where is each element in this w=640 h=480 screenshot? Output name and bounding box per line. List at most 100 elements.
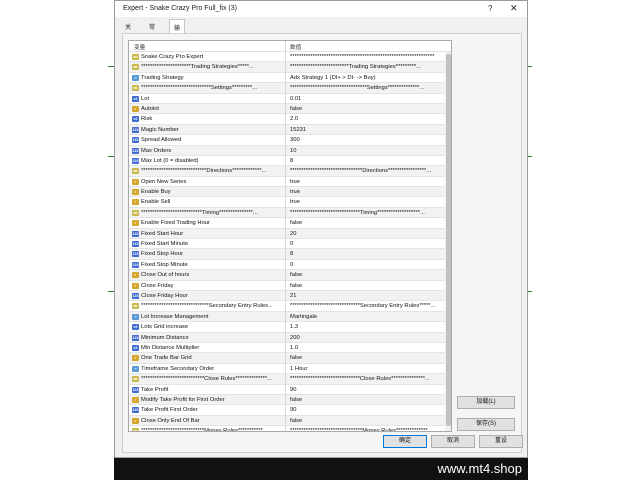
help-icon[interactable]: ? — [488, 4, 492, 13]
parameter-value[interactable]: 0 — [290, 262, 438, 268]
parameter-value[interactable]: 1.3 — [290, 324, 438, 330]
parameter-row[interactable]: v2 Min Distance Multiplier 1.0 — [129, 343, 451, 354]
parameter-value[interactable]: true — [290, 199, 438, 205]
save-button[interactable]: 保存(S) — [457, 418, 515, 431]
parameter-value[interactable]: true — [290, 179, 438, 185]
parameter-row[interactable]: 123 Take Profit First Order 90 — [129, 405, 451, 416]
parameter-value[interactable]: 8 — [290, 251, 438, 257]
parameter-row[interactable]: ✓ Enable Buy true — [129, 187, 451, 198]
parameter-value[interactable]: *******************************Secondary… — [290, 303, 438, 309]
parameter-value[interactable]: 10 — [290, 148, 438, 154]
parameter-value[interactable]: false — [290, 418, 438, 424]
num-type-icon: 123 — [132, 230, 139, 237]
parameter-value[interactable]: 0 — [290, 241, 438, 247]
parameter-row[interactable]: ab *****************************Direction… — [129, 166, 451, 177]
parameter-value[interactable]: 8 — [290, 158, 438, 164]
parameter-row[interactable]: v2 Risk 2.0 — [129, 114, 451, 125]
scrollbar-thumb[interactable] — [446, 54, 451, 426]
parameter-value[interactable]: ****************************************… — [290, 54, 438, 60]
parameter-value[interactable]: **************************Trading Strate… — [290, 64, 438, 70]
parameter-row[interactable]: v2 Lot 0.01 — [129, 94, 451, 104]
parameter-value[interactable]: true — [290, 189, 438, 195]
parameter-row[interactable]: 123 Fixed Start Minute 0 — [129, 239, 451, 250]
parameter-row[interactable]: ab ***************************Timing*****… — [129, 207, 451, 219]
parameter-value[interactable]: 15231 — [290, 127, 438, 133]
column-header-value[interactable]: 数值 — [290, 43, 301, 51]
parameter-row[interactable]: 123 Take Profit 90 — [129, 385, 451, 395]
parameter-name: Enable Fixed Trading Hour — [141, 220, 210, 227]
parameter-value[interactable]: 90 — [290, 407, 438, 413]
parameter-row[interactable]: 123 Fixed Stop Hour 8 — [129, 249, 451, 260]
parameter-row[interactable]: 123 Minimum Distance 200 — [129, 332, 451, 343]
parameter-row[interactable]: 123 Spread Allowed 300 — [129, 135, 451, 146]
parameter-value[interactable]: ********************************Money Ru… — [290, 428, 438, 431]
parameter-row[interactable]: ≡ Trading Strategy Adx Strategy 1 (DI+ > D… — [129, 73, 451, 84]
parameter-row[interactable]: 123 Max Orders 10 — [129, 145, 451, 156]
parameter-value[interactable]: false — [290, 220, 438, 226]
parameter-value[interactable]: 20 — [290, 231, 438, 237]
parameter-value[interactable]: 200 — [290, 335, 438, 341]
parameter-row[interactable]: 123 Max Lot (0 = disabled) 8 — [129, 156, 451, 167]
parameter-row[interactable]: ✓ Close Out of hours false — [129, 270, 451, 281]
parameter-row[interactable]: ab ******************************Secondar… — [129, 301, 451, 312]
parameter-row[interactable]: 123 Magic Number 15231 — [129, 124, 451, 136]
parameter-value[interactable]: *******************************Timing***… — [290, 210, 438, 216]
parameter-row[interactable]: ✓ One Trade Bar Grid false — [129, 353, 451, 364]
parameter-row[interactable]: ✓ Open New Series true — [129, 177, 451, 188]
column-header-variable[interactable]: 变量 — [134, 43, 145, 51]
parameter-value[interactable]: 90 — [290, 387, 438, 393]
parameter-value[interactable]: Martingale — [290, 314, 438, 320]
parameter-row[interactable]: 123 Fixed Stop Minute 0 — [129, 260, 451, 271]
parameter-row[interactable]: ab *******************************Setting… — [129, 83, 451, 94]
parameters-table: 变量 数值 ab Snake Crazy Pro Expert **********… — [128, 40, 452, 432]
parameter-row[interactable]: ab **********************Trading Strategi… — [129, 62, 451, 73]
parameter-value[interactable]: *******************************Close Rul… — [290, 376, 438, 382]
parameter-row[interactable]: ab ****************************Close Rule… — [129, 374, 451, 385]
parameter-value[interactable]: 1.0 — [290, 345, 438, 351]
close-icon[interactable]: ✕ — [510, 3, 518, 14]
tab-inputs[interactable]: 输入参数 — [169, 19, 186, 59]
parameter-row[interactable]: ✓ Modify Take Profit for First Order false — [129, 394, 451, 406]
parameter-row[interactable]: v2 Lots Grid increase 1.3 — [129, 322, 451, 333]
parameter-value[interactable]: 1 Hour — [290, 366, 438, 372]
parameter-row[interactable]: ✓ Autolot false — [129, 103, 451, 115]
parameter-row[interactable]: ✓ Enable Fixed Trading Hour false — [129, 218, 451, 229]
reset-button[interactable]: 重设 — [479, 435, 523, 448]
load-button[interactable]: 加载(L) — [457, 396, 515, 409]
num-type-icon: 123 — [132, 334, 139, 341]
parameter-name: Snake Crazy Pro Expert — [141, 54, 204, 60]
parameter-value[interactable]: false — [290, 355, 438, 361]
parameter-value[interactable]: false — [290, 106, 438, 112]
bool-type-icon: ✓ — [132, 272, 139, 279]
parameter-value[interactable]: 21 — [290, 293, 438, 299]
column-divider[interactable] — [285, 41, 286, 431]
parameter-row[interactable]: ab Snake Crazy Pro Expert ****************… — [129, 52, 451, 63]
vertical-scrollbar[interactable] — [445, 52, 451, 431]
parameter-value[interactable]: Adx Strategy 1 (DI+ > DI- -> Buy) — [290, 75, 438, 81]
parameter-row[interactable]: ≡ Timeframe Secondary Order 1 Hour — [129, 364, 451, 375]
table-header: 变量 数值 — [129, 41, 451, 52]
parameter-value[interactable]: 0.01 — [290, 96, 438, 102]
parameter-value[interactable]: false — [290, 397, 438, 403]
parameter-value[interactable]: false — [290, 272, 438, 278]
parameter-row[interactable]: ≡ Lot Increase Management Martingale — [129, 311, 451, 323]
parameter-value[interactable]: false — [290, 283, 438, 289]
bool-type-icon: ✓ — [132, 417, 139, 424]
parameter-row[interactable]: ✓ Close Friday false — [129, 281, 451, 291]
parameter-row[interactable]: ab ****************************Money Rule… — [129, 426, 451, 431]
ok-button[interactable]: 确定 — [383, 435, 427, 448]
parameter-row[interactable]: 123 Close Friday Hour 21 — [129, 290, 451, 302]
title-bar: Expert - Snake Crazy Pro Full_fix (3) ? … — [115, 1, 527, 17]
parameter-row[interactable]: ✓ Enable Sell true — [129, 197, 451, 208]
cancel-button[interactable]: 取消 — [431, 435, 475, 448]
parameter-value[interactable]: 300 — [290, 137, 438, 143]
tab-common[interactable]: 常用 — [145, 19, 159, 40]
bool-type-icon: ✓ — [132, 189, 139, 196]
tab-about[interactable]: 关于 — [121, 19, 135, 40]
num-type-icon: 123 — [132, 157, 139, 164]
parameter-value[interactable]: 2.0 — [290, 116, 438, 122]
parameter-value[interactable]: **********************************Settin… — [290, 85, 438, 91]
parameter-row[interactable]: ✓ Close Only End Of Bar false — [129, 415, 451, 427]
parameter-row[interactable]: 123 Fixed Start Hour 20 — [129, 228, 451, 240]
parameter-value[interactable]: ********************************Directio… — [290, 168, 438, 174]
